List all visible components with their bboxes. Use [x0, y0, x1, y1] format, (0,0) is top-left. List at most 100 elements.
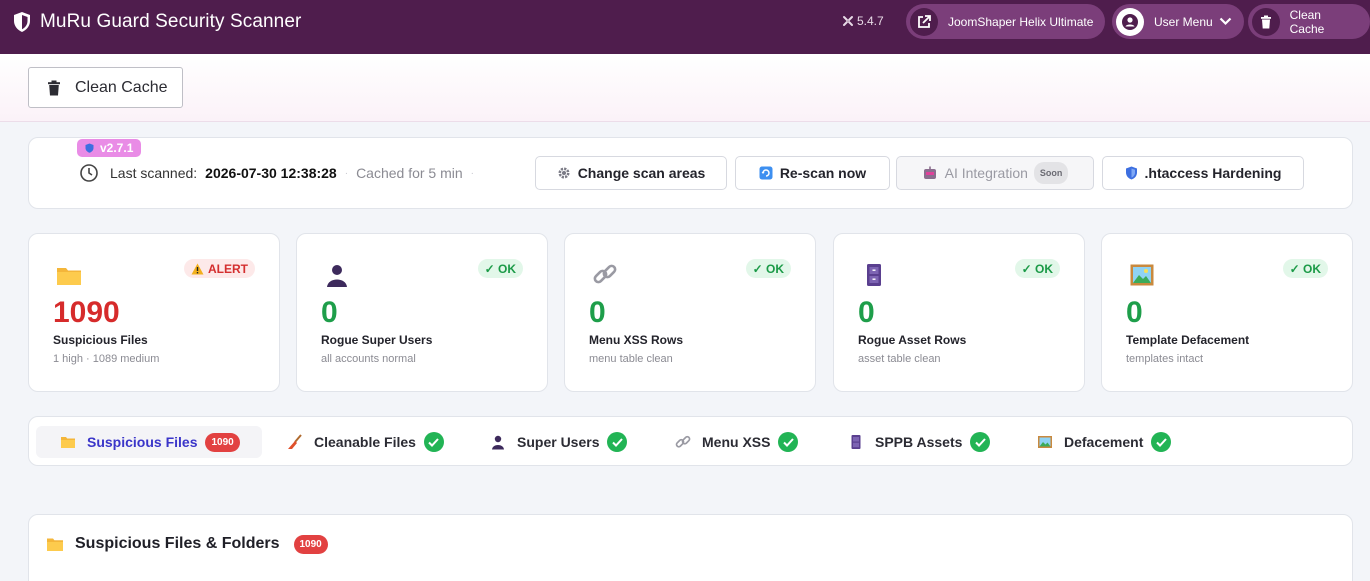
- link-icon: [675, 434, 691, 450]
- picture-icon: [1130, 264, 1154, 286]
- header-clean-cache-button[interactable]: Clean Cache: [1248, 4, 1370, 39]
- joomla-version: 5.4.7: [842, 14, 884, 28]
- folder-icon: [46, 535, 64, 553]
- change-scan-areas-button[interactable]: Change scan areas: [535, 156, 727, 190]
- htaccess-hardening-label: .htaccess Hardening: [1144, 165, 1282, 181]
- folder-icon: [60, 434, 76, 450]
- ai-integration-label: AI Integration: [944, 165, 1028, 181]
- app-title-wrap: MuRu Guard Security Scanner: [12, 11, 301, 33]
- tab-label: Suspicious Files: [87, 434, 198, 450]
- check-icon: [1151, 432, 1172, 452]
- stat-label: Rogue Asset Rows: [858, 333, 967, 347]
- tab-super-users[interactable]: Super Users: [490, 426, 628, 458]
- stat-subtext: asset table clean: [858, 353, 941, 365]
- user-menu-button[interactable]: User Menu: [1112, 4, 1244, 39]
- stat-card-menu-xss[interactable]: ✓ OK 0 Menu XSS Rows menu table clean: [564, 233, 816, 392]
- check-icon: [778, 432, 799, 452]
- ok-badge-text: OK: [1303, 261, 1321, 276]
- stat-value: 1090: [53, 296, 120, 329]
- last-scanned-value: 2026-07-30 12:38:28: [205, 165, 337, 181]
- cabinet-icon: [867, 264, 881, 286]
- stat-value: 0: [589, 296, 606, 329]
- stat-card-suspicious-files[interactable]: ALERT 1090 Suspicious Files 1 high · 108…: [28, 233, 280, 392]
- stat-label: Menu XSS Rows: [589, 333, 684, 347]
- cabinet-icon: [848, 434, 864, 450]
- trash-icon: [48, 80, 60, 95]
- tab-sppb-assets[interactable]: SPPB Assets: [848, 426, 991, 458]
- version-badge-text: v2.7.1: [100, 141, 134, 155]
- app-title: MuRu Guard Security Scanner: [40, 11, 302, 32]
- check-mark: ✓: [1289, 261, 1303, 276]
- app-header: MuRu Guard Security Scanner 5.4.7 JoomSh…: [0, 0, 1370, 54]
- clock-icon: [80, 164, 98, 182]
- tab-suspicious-files[interactable]: Suspicious Files 1090: [36, 426, 262, 458]
- change-scan-areas-label: Change scan areas: [577, 165, 706, 181]
- helix-ultimate-label: JoomShaper Helix Ultimate: [948, 14, 1094, 29]
- stat-value: 0: [321, 296, 338, 329]
- tab-cleanable-files[interactable]: Cleanable Files: [287, 426, 444, 458]
- toolbar: Clean Cache: [0, 54, 1370, 122]
- stat-value: 0: [1126, 296, 1143, 329]
- shield-logo-icon: [14, 12, 30, 32]
- joomla-icon: [843, 16, 853, 26]
- last-scanned-row: Last scanned: 2026-07-30 12:38:28 · Cach…: [80, 163, 482, 183]
- rescan-now-button[interactable]: Re-scan now: [735, 156, 890, 190]
- user-menu-label: User Menu: [1154, 14, 1213, 29]
- alert-badge: ALERT: [184, 259, 255, 278]
- warning-icon: [191, 263, 204, 274]
- check-icon: [423, 432, 444, 452]
- ok-badge: ✓ OK: [1282, 259, 1328, 278]
- ok-badge-text: OK: [498, 261, 516, 276]
- user-icon: [490, 434, 506, 450]
- alert-badge-text: ALERT: [208, 261, 248, 276]
- ok-badge-text: OK: [1035, 261, 1053, 276]
- stat-card-super-users[interactable]: ✓ OK 0 Rogue Super Users all accounts no…: [296, 233, 548, 392]
- chevron-down-icon: [1219, 17, 1231, 26]
- stat-label: Template Defacement: [1126, 333, 1250, 347]
- tab-defacement[interactable]: Defacement: [1037, 426, 1172, 458]
- tab-menu-xss[interactable]: Menu XSS: [675, 426, 799, 458]
- count-badge: 1090: [205, 432, 240, 452]
- joomla-version-text: 5.4.7: [857, 14, 884, 28]
- last-scanned-label: Last scanned:: [110, 165, 198, 181]
- tab-label: Menu XSS: [702, 434, 771, 450]
- user-icon: [327, 265, 347, 287]
- robot-icon: [922, 166, 938, 181]
- stat-subtext: 1 high · 1089 medium: [53, 353, 160, 365]
- check-mark: ✓: [484, 261, 498, 276]
- version-badge: v2.7.1: [77, 139, 142, 157]
- stat-card-template-defacement[interactable]: ✓ OK 0 Template Defacement templates int…: [1101, 233, 1353, 392]
- tab-label: SPPB Assets: [875, 434, 963, 450]
- link-icon: [593, 264, 617, 284]
- picture-icon: [1037, 434, 1053, 450]
- ok-badge-text: OK: [766, 261, 784, 276]
- tab-label: Super Users: [517, 434, 600, 450]
- clean-cache-label: Clean Cache: [75, 78, 168, 96]
- broom-icon: [287, 434, 303, 450]
- cached-text: Cached for 5 min: [356, 165, 463, 181]
- stat-subtext: menu table clean: [589, 353, 673, 365]
- helix-ultimate-link[interactable]: JoomShaper Helix Ultimate: [906, 4, 1106, 39]
- ok-badge: ✓ OK: [1014, 259, 1060, 278]
- refresh-icon: [759, 166, 773, 180]
- shield-icon: [1125, 166, 1138, 180]
- trash-icon: [1252, 7, 1280, 36]
- section-title: Suspicious Files & Folders 1090: [46, 533, 328, 555]
- htaccess-hardening-button[interactable]: .htaccess Hardening: [1102, 156, 1304, 190]
- tab-label: Defacement: [1064, 434, 1144, 450]
- stat-value: 0: [858, 296, 875, 329]
- folder-icon: [57, 268, 81, 285]
- soon-tag: Soon: [1033, 162, 1069, 184]
- stat-subtext: templates intact: [1126, 353, 1204, 365]
- gear-icon: [557, 166, 571, 180]
- check-icon: [607, 432, 628, 452]
- stat-card-asset-rows[interactable]: ✓ OK 0 Rogue Asset Rows asset table clea…: [833, 233, 1085, 392]
- count-badge: 1090: [293, 534, 328, 554]
- ok-badge: ✓ OK: [477, 259, 523, 278]
- clean-cache-button[interactable]: Clean Cache: [28, 67, 183, 108]
- stat-subtext: all accounts normal: [321, 353, 416, 365]
- ai-integration-button[interactable]: AI Integration Soon: [896, 156, 1094, 190]
- stat-label: Rogue Super Users: [321, 333, 433, 347]
- check-mark: ✓: [752, 261, 766, 276]
- results-tabs: Suspicious Files 1090 Cleanable Files Su…: [28, 416, 1353, 466]
